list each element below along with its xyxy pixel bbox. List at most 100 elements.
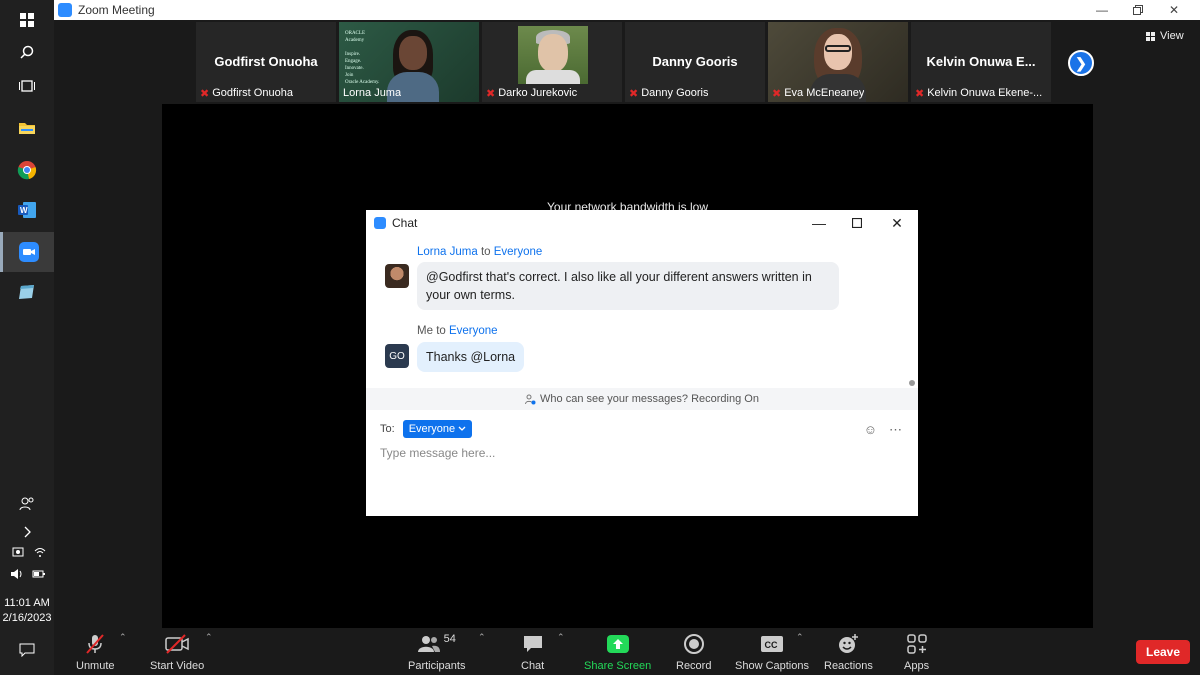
reactions-button[interactable]: Reactions	[824, 632, 873, 672]
record-icon	[683, 634, 704, 654]
meeting-controls: Unmute ⌃ Start Video ⌃ 54 Participants ⌃…	[54, 628, 1200, 675]
recipient-value: Everyone	[408, 423, 456, 435]
apps-label: Apps	[904, 660, 930, 672]
taskbar-chrome[interactable]	[0, 150, 54, 190]
close-icon: ✕	[891, 214, 903, 231]
share-screen-button[interactable]: Share Screen	[584, 632, 651, 672]
message-sender: Me	[417, 325, 433, 337]
unmute-label: Unmute	[76, 660, 115, 672]
taskbar-zoom[interactable]	[0, 232, 54, 272]
video-background-branding: ORACLE Academy Inspire. Engage. Innovate. Joi…	[345, 31, 380, 85]
chevron-up-icon: ⌃	[796, 632, 804, 642]
participant-big-name: Godfirst Onuoha	[214, 54, 318, 69]
message-bubble[interactable]: @Godfirst that's correct. I also like al…	[417, 262, 839, 310]
taskbar-date[interactable]: 2/16/2023	[0, 611, 54, 626]
start-video-label: Start Video	[150, 660, 205, 672]
participant-name-strip: ✖ Darko Jurekovic	[482, 84, 622, 102]
chat-close-button[interactable]: ✕	[882, 212, 912, 234]
chat-scrollbar[interactable]	[908, 240, 915, 390]
chevron-right-icon	[24, 526, 31, 538]
more-options-icon[interactable]: ⋯	[889, 422, 902, 438]
search-icon	[20, 45, 34, 59]
participant-name-strip: Lorna Juma	[339, 84, 479, 102]
emoji-icon[interactable]: ☺	[864, 422, 877, 438]
taskbar-app[interactable]	[0, 272, 54, 312]
restore-button[interactable]	[1120, 0, 1156, 20]
to-label: To:	[380, 423, 395, 435]
participants-options-caret[interactable]: ⌃	[478, 632, 486, 643]
audio-options-caret[interactable]: ⌃	[119, 632, 127, 643]
participants-count: 54	[443, 633, 456, 645]
minimize-button[interactable]: —	[1084, 0, 1120, 20]
participant-tile[interactable]: Kelvin Onuwa E... ✖ Kelvin Onuwa Ekene-.…	[911, 22, 1051, 102]
chat-options-caret[interactable]: ⌃	[557, 632, 565, 643]
taskbar-word[interactable]: W	[0, 190, 54, 230]
next-page-button[interactable]: ❯	[1068, 50, 1094, 76]
chevron-up-icon: ⌃	[119, 632, 127, 642]
taskbar-time[interactable]: 11:01 AM	[0, 596, 54, 611]
participant-tile[interactable]: ✖ Eva McEneaney	[768, 22, 908, 102]
message-to-word: to	[436, 325, 446, 337]
view-label: View	[1160, 30, 1184, 42]
mic-muted-icon: ✖	[629, 87, 639, 100]
notification-icon	[19, 643, 35, 657]
chat-minimize-button[interactable]: —	[804, 212, 834, 234]
leave-button[interactable]: Leave	[1136, 640, 1190, 664]
message-recipient[interactable]: Everyone	[449, 325, 498, 337]
chat-message-input[interactable]	[380, 446, 900, 460]
participant-tile[interactable]: Danny Gooris ✖ Danny Gooris	[625, 22, 765, 102]
privacy-notice[interactable]: Who can see your messages? Recording On	[366, 388, 918, 410]
close-window-button[interactable]: ✕	[1156, 0, 1192, 20]
participant-name: Darko Jurekovic	[498, 87, 578, 99]
task-view-button[interactable]	[0, 66, 54, 106]
zoom-logo-icon	[58, 3, 72, 17]
view-button[interactable]: View	[1146, 30, 1184, 42]
message-sender[interactable]: Lorna Juma	[417, 246, 478, 258]
show-captions-label: Show Captions	[735, 660, 809, 672]
volume-icon[interactable]	[10, 568, 24, 583]
mic-muted-icon	[86, 634, 105, 654]
battery-icon[interactable]	[32, 568, 46, 583]
participant-tile[interactable]: Godfirst Onuoha ✖ Godfirst Onuoha	[196, 22, 336, 102]
chat-maximize-button[interactable]	[842, 212, 872, 234]
meet-now-icon[interactable]	[12, 546, 24, 561]
share-screen-label: Share Screen	[584, 660, 652, 672]
participant-name: Lorna Juma	[343, 87, 402, 99]
video-options-caret[interactable]: ⌃	[205, 632, 213, 643]
recipient-dropdown[interactable]: Everyone	[402, 420, 473, 438]
svg-text:W: W	[20, 206, 28, 215]
participant-name: Godfirst Onuoha	[212, 87, 293, 99]
scrollbar-thumb[interactable]	[909, 380, 915, 386]
close-icon: ✕	[1168, 3, 1180, 17]
zoom-icon	[18, 242, 39, 262]
privacy-text: Who can see your messages? Recording On	[540, 393, 759, 405]
message-header: Me to Everyone	[417, 325, 498, 337]
task-view-icon	[19, 80, 35, 92]
share-screen-icon	[606, 635, 629, 653]
notifications-button[interactable]	[0, 630, 54, 670]
unmute-button[interactable]: Unmute	[76, 632, 115, 672]
reactions-icon	[839, 634, 859, 653]
mic-muted-icon: ✖	[200, 87, 210, 100]
chat-bubble-icon	[523, 636, 542, 652]
chevron-up-icon: ⌃	[557, 632, 565, 642]
windows-taskbar: W 11:01 AM 2/16/2023	[0, 0, 54, 675]
taskbar-file-explorer[interactable]	[0, 108, 54, 148]
message-recipient[interactable]: Everyone	[494, 246, 543, 258]
apps-button[interactable]: Apps	[904, 632, 929, 672]
participants-button[interactable]: 54 Participants	[408, 632, 465, 672]
captions-options-caret[interactable]: ⌃	[796, 632, 804, 643]
start-video-button[interactable]: Start Video	[150, 632, 204, 672]
wifi-icon[interactable]	[34, 546, 46, 561]
chat-button[interactable]: Chat	[521, 632, 544, 672]
grid-view-icon	[1146, 31, 1155, 41]
chrome-icon	[17, 161, 37, 180]
message-bubble[interactable]: Thanks @Lorna	[417, 342, 525, 372]
participant-tile[interactable]: ORACLE Academy Inspire. Engage. Innovate. Joi…	[339, 22, 479, 102]
recipient-row: To: Everyone	[380, 420, 473, 438]
message-to-word: to	[480, 246, 491, 258]
record-button[interactable]: Record	[676, 632, 711, 672]
chat-message-list[interactable]: Lorna Juma to Everyone @Godfirst that's …	[366, 236, 918, 388]
participant-tile[interactable]: ✖ Darko Jurekovic	[482, 22, 622, 102]
participant-name: Kelvin Onuwa Ekene-...	[927, 87, 1043, 99]
